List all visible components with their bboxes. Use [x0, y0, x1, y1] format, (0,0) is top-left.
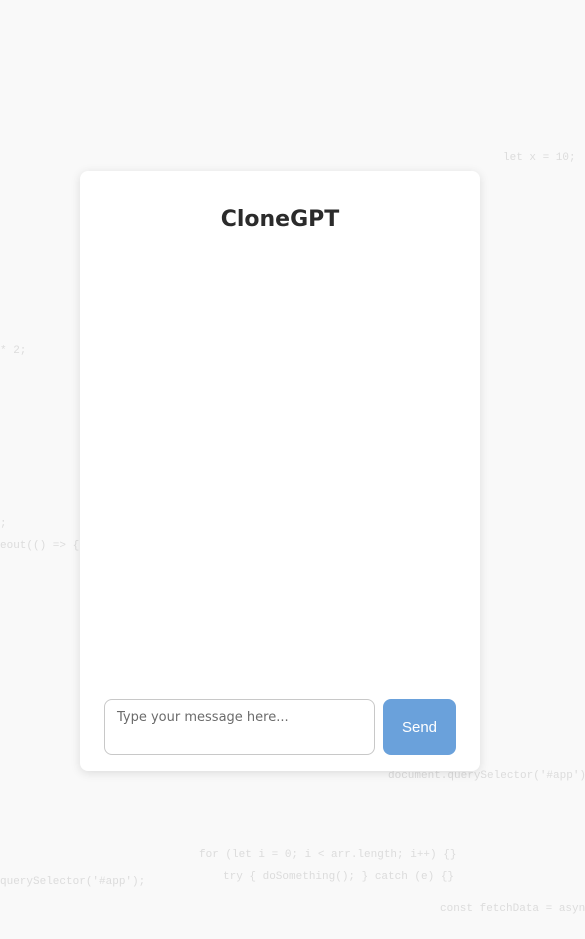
- chat-card: CloneGPT Send: [80, 171, 480, 771]
- background-code-snippet: * 2;: [0, 345, 27, 357]
- background-code-snippet: eout(() => {: [0, 540, 80, 552]
- background-code-snippet: querySelector('#app');: [0, 876, 146, 888]
- background-code-snippet: for (let i = 0; i < arr.length; i++) {}: [199, 849, 457, 861]
- message-input[interactable]: [104, 699, 375, 755]
- background-code-snippet: let x = 10;: [503, 152, 576, 164]
- background-code-snippet: const fetchData = asyn: [440, 903, 585, 915]
- composer-row: Send: [104, 699, 456, 755]
- chat-messages-area[interactable]: [104, 251, 456, 681]
- background-code-snippet: document.querySelector('#app'): [388, 770, 585, 782]
- background-code-snippet: try { doSomething(); } catch (e) {}: [223, 871, 455, 883]
- background-code-snippet: ;: [0, 518, 7, 530]
- app-title: CloneGPT: [220, 207, 340, 232]
- send-button[interactable]: Send: [383, 699, 456, 755]
